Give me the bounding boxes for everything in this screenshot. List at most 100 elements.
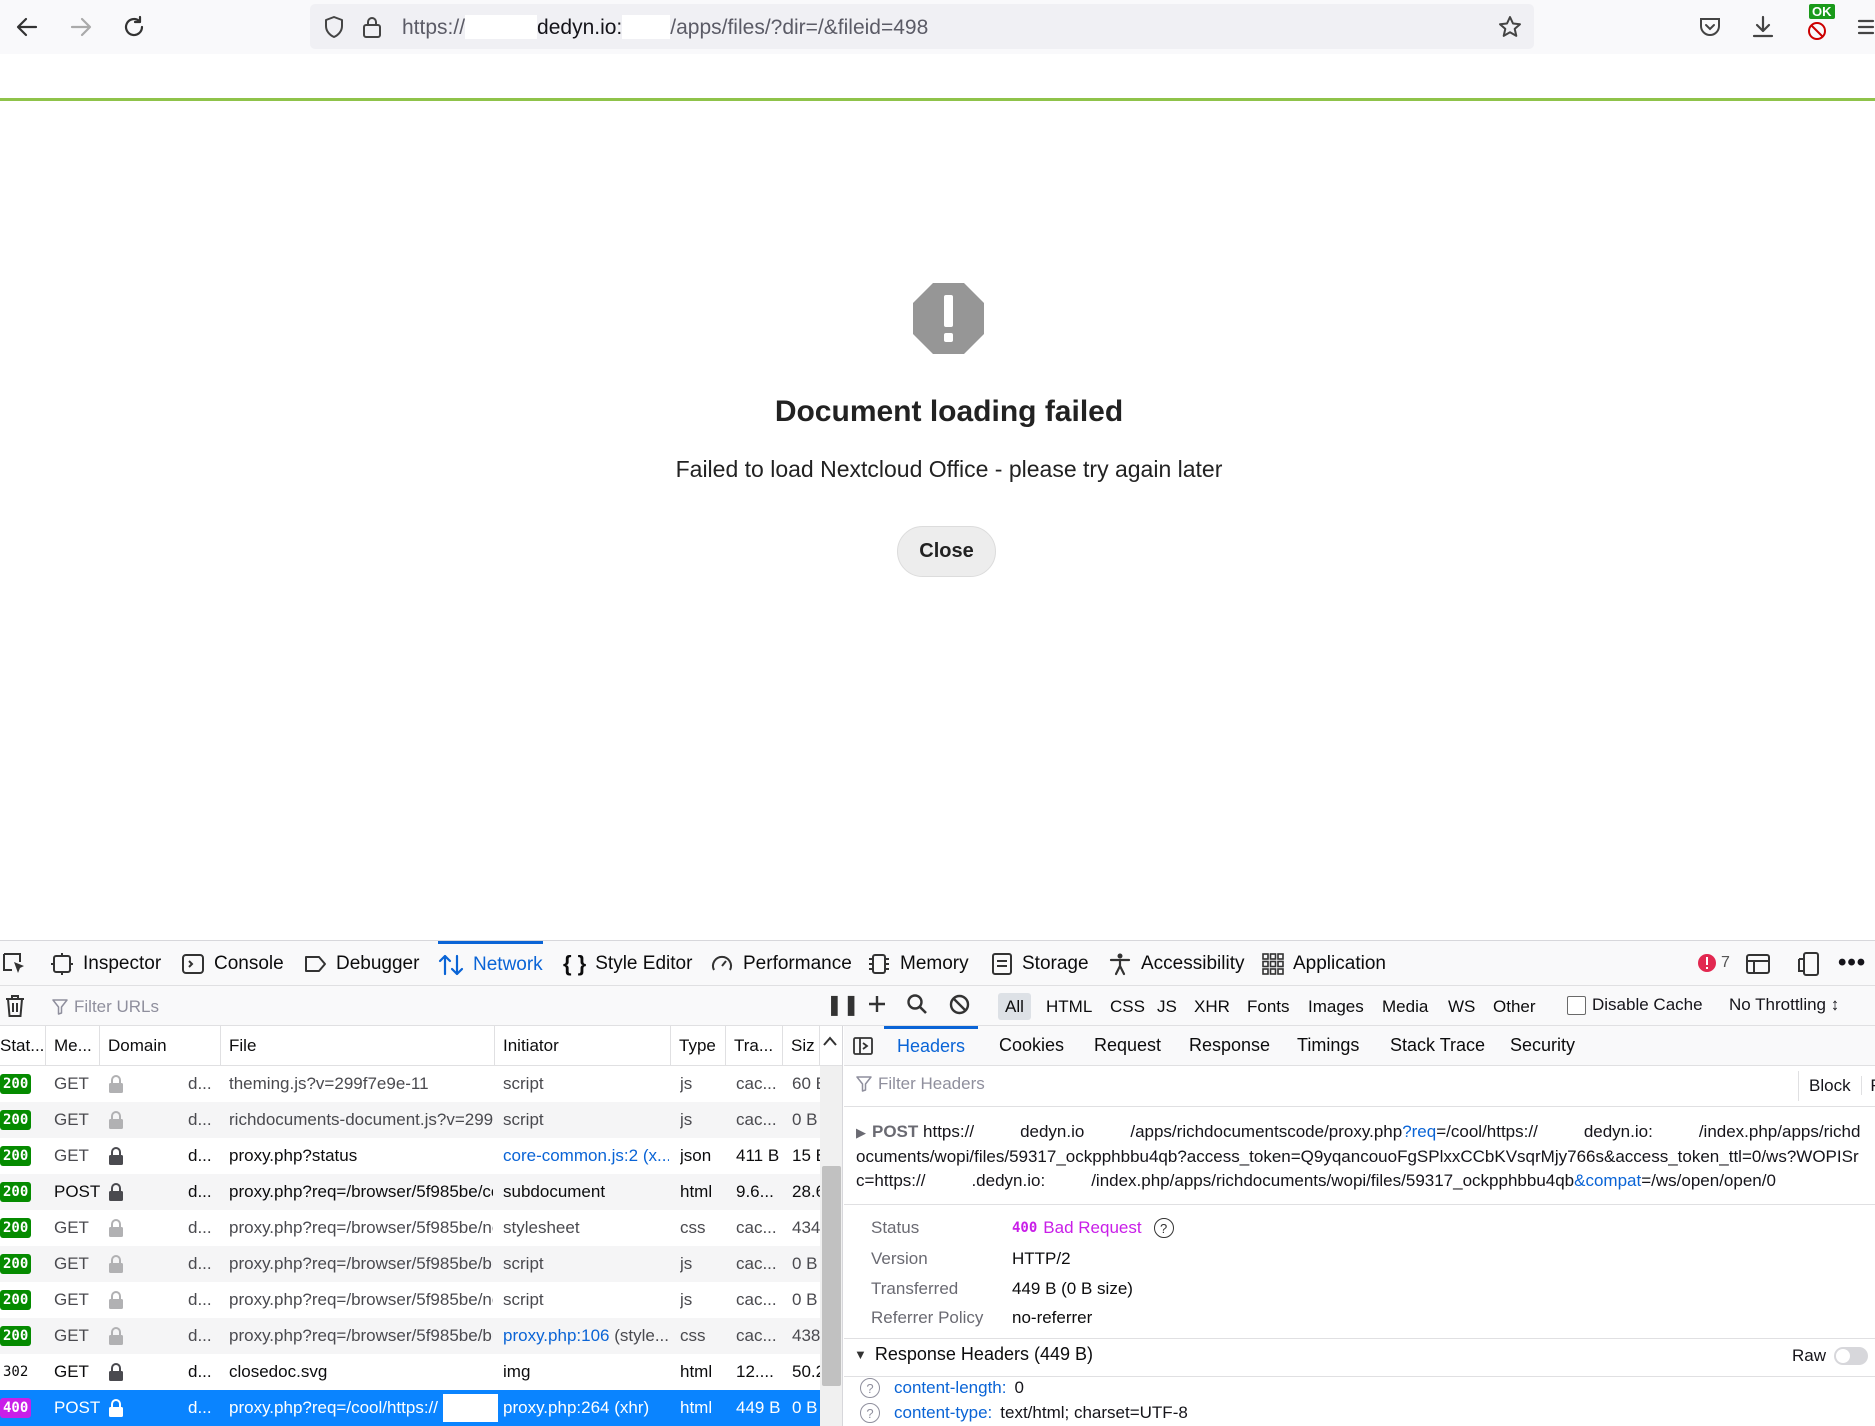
reload-icon[interactable]: [115, 8, 153, 46]
toggle-sidebar-icon[interactable]: [852, 1035, 874, 1057]
filter-urls-input[interactable]: Filter URLs: [52, 994, 812, 1020]
tab-accessibility[interactable]: Accessibility: [1108, 941, 1244, 986]
help-icon[interactable]: ?: [860, 1378, 880, 1398]
plus-icon[interactable]: [866, 992, 888, 1016]
tab-label: Network: [473, 954, 543, 975]
col-size[interactable]: Siz: [783, 1026, 820, 1066]
extension-icon[interactable]: OK: [1799, 4, 1837, 46]
tab-network[interactable]: Network: [438, 941, 543, 986]
tab-timings[interactable]: Timings: [1297, 1026, 1359, 1066]
url-text[interactable]: https:// dedyn.io: /apps/files/?dir=/&file…: [402, 15, 928, 40]
shield-icon[interactable]: [323, 15, 345, 39]
col-domain[interactable]: Domain: [100, 1026, 221, 1066]
domain: d...: [188, 1182, 212, 1201]
request-table-scrollbar[interactable]: [820, 1066, 842, 1426]
col-method[interactable]: Me...: [46, 1026, 100, 1066]
element-picker-icon[interactable]: [2, 952, 28, 976]
forward-icon[interactable]: [62, 8, 100, 46]
tab-console[interactable]: Console: [181, 941, 284, 986]
downloads-icon[interactable]: [1744, 8, 1782, 46]
tab-request[interactable]: Request: [1094, 1026, 1161, 1066]
raw-toggle[interactable]: Raw: [1792, 1346, 1869, 1366]
tab-debugger[interactable]: Debugger: [303, 941, 419, 986]
transferred: 12....: [736, 1362, 774, 1381]
tab-style-editor[interactable]: { } Style Editor: [563, 941, 692, 986]
tab-stack-trace[interactable]: Stack Trace: [1390, 1026, 1485, 1066]
bookmark-star-icon[interactable]: [1497, 14, 1523, 40]
col-file[interactable]: File: [221, 1026, 495, 1066]
table-row[interactable]: 302 GET d... closedoc.svg img html 12...…: [0, 1354, 820, 1390]
expand-triangle-icon[interactable]: ▶: [856, 1125, 866, 1140]
filter-other[interactable]: Other: [1486, 993, 1543, 1020]
filter-html[interactable]: HTML: [1039, 993, 1099, 1020]
table-row[interactable]: 200 GET d... proxy.php?status core-commo…: [0, 1138, 820, 1174]
tab-response[interactable]: Response: [1189, 1026, 1270, 1066]
tab-security[interactable]: Security: [1510, 1026, 1575, 1066]
block-button[interactable]: Block Res: [1798, 1071, 1875, 1101]
table-row[interactable]: 200 GET d... proxy.php?req=/browser/5f98…: [0, 1210, 820, 1246]
help-icon[interactable]: ?: [860, 1403, 880, 1423]
col-type[interactable]: Type: [671, 1026, 726, 1066]
error-count-badge[interactable]: 7: [1697, 953, 1730, 973]
scrollbar-thumb[interactable]: [822, 1166, 841, 1386]
table-row[interactable]: 200 GET d... proxy.php?req=/browser/5f98…: [0, 1282, 820, 1318]
transferred-label: Transferred: [871, 1279, 959, 1298]
filter-headers-input[interactable]: Filter Headers: [856, 1074, 985, 1094]
initiator: stylesheet: [503, 1218, 580, 1237]
tab-label: Accessibility: [1141, 952, 1245, 974]
col-status[interactable]: Stat...: [0, 1026, 46, 1066]
tab-label: Storage: [1022, 952, 1089, 974]
back-icon[interactable]: [8, 8, 46, 46]
filter-media[interactable]: Media: [1375, 993, 1435, 1020]
responsive-design-icon[interactable]: [1796, 951, 1822, 977]
status-code: 200: [0, 1254, 32, 1274]
filter-xhr[interactable]: XHR: [1187, 993, 1237, 1020]
filter-all[interactable]: All: [998, 993, 1031, 1020]
col-transferred[interactable]: Tra...: [726, 1026, 783, 1066]
throttling-select[interactable]: No Throttling ↕: [1729, 995, 1839, 1015]
table-row-selected[interactable]: 400 POST d... proxy.php?req=/cool/https:…: [0, 1390, 820, 1426]
dock-icon[interactable]: [1745, 952, 1771, 976]
collapse-triangle-icon[interactable]: ▼: [854, 1347, 867, 1362]
method: GET: [54, 1290, 89, 1309]
tab-application[interactable]: Application: [1262, 941, 1386, 986]
filter-fonts[interactable]: Fonts: [1240, 993, 1297, 1020]
scroll-up-icon[interactable]: [823, 1036, 837, 1046]
help-icon[interactable]: ?: [1153, 1218, 1174, 1238]
menu-icon[interactable]: [1846, 8, 1875, 46]
pocket-icon[interactable]: [1691, 8, 1729, 46]
url-query-key: ?req: [1402, 1122, 1437, 1141]
initiator: script: [503, 1074, 544, 1093]
tab-headers[interactable]: Headers: [884, 1026, 979, 1066]
response-headers-section[interactable]: ▼ Response Headers (449 B): [854, 1344, 1093, 1365]
search-icon[interactable]: [906, 993, 928, 1015]
resend-button[interactable]: Res: [1861, 1076, 1875, 1095]
filter-ws[interactable]: WS: [1441, 993, 1482, 1020]
more-options-icon[interactable]: •••: [1838, 949, 1866, 977]
request-url-line[interactable]: ▶ POST https:// dedyn.io/apps/richdocument…: [856, 1120, 1866, 1193]
url-bar[interactable]: https:// dedyn.io: /apps/files/?dir=/&file…: [310, 4, 1534, 49]
table-row[interactable]: 200 POST d... proxy.php?req=/browser/5f9…: [0, 1174, 820, 1210]
transferred: cac...: [736, 1218, 777, 1237]
trash-icon[interactable]: [4, 994, 26, 1018]
toggle-switch[interactable]: [1834, 1347, 1869, 1365]
tab-inspector[interactable]: Inspector: [50, 941, 161, 986]
tab-storage[interactable]: Storage: [991, 941, 1089, 986]
col-initiator[interactable]: Initiator: [495, 1026, 671, 1066]
tab-cookies[interactable]: Cookies: [999, 1026, 1064, 1066]
tab-performance[interactable]: Performance: [710, 941, 852, 986]
filter-js[interactable]: JS: [1150, 993, 1184, 1020]
table-row[interactable]: 200 GET d... richdocuments-document.js?v…: [0, 1102, 820, 1138]
table-row[interactable]: 200 GET d... proxy.php?req=/browser/5f98…: [0, 1318, 820, 1354]
filter-css[interactable]: CSS: [1103, 993, 1152, 1020]
tab-memory[interactable]: Memory: [867, 941, 969, 986]
close-button[interactable]: Close: [897, 526, 996, 577]
checkbox-box[interactable]: [1567, 995, 1586, 1015]
filter-images[interactable]: Images: [1301, 993, 1371, 1020]
table-row[interactable]: 200 GET d... theming.js?v=299f7e9e-11 sc…: [0, 1066, 820, 1102]
pause-icon[interactable]: ❚❚: [826, 992, 860, 1017]
table-row[interactable]: 200 GET d... proxy.php?req=/browser/5f98…: [0, 1246, 820, 1282]
block-icon[interactable]: [949, 994, 970, 1015]
lock-icon[interactable]: [362, 15, 382, 39]
disable-cache-checkbox[interactable]: Disable Cache: [1567, 995, 1703, 1015]
